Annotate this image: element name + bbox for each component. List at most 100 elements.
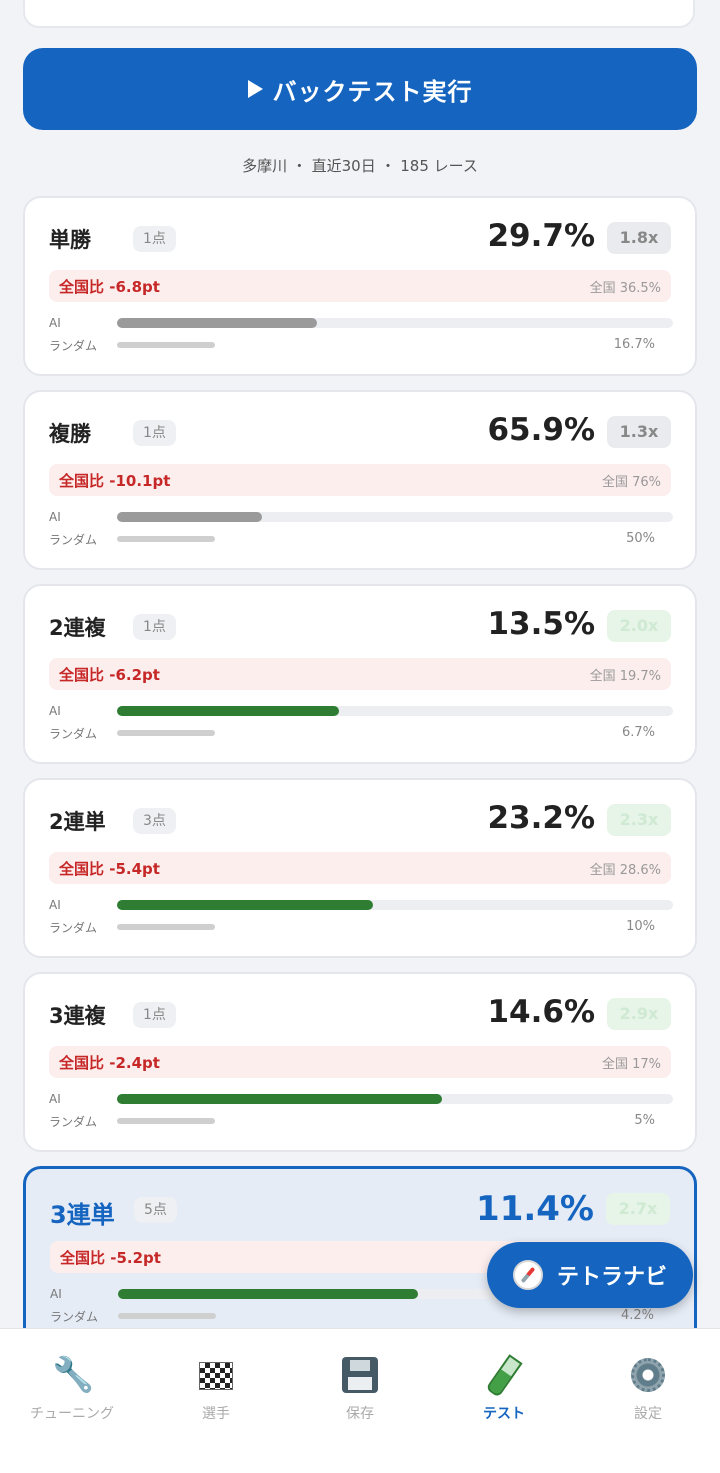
random-bar-track: [117, 342, 603, 348]
national-diff-text: 全国比 -10.1pt: [59, 472, 171, 490]
ai-label: AI: [49, 704, 61, 718]
ai-label: AI: [49, 316, 61, 330]
national-rate-text: 全国 28.6%: [589, 863, 661, 878]
bet-card-3[interactable]: 2連複 1点 13.5% 2.0x 全国比 -6.2pt 全国 19.7% AI ランダム 6.…: [23, 584, 697, 764]
national-rate-text: 全国 17%: [601, 1057, 661, 1072]
ai-bar-track: [117, 706, 673, 716]
random-rate: 10%: [626, 919, 655, 934]
random-bar-fill: [117, 730, 215, 736]
random-bar-track: [117, 924, 603, 930]
random-label: ランダム: [49, 1115, 98, 1129]
tetra-navi-label: テトラナビ: [556, 1265, 667, 1290]
random-bar-track: [117, 536, 603, 542]
hit-rate: 23.2%: [487, 800, 595, 836]
hit-rate: 65.9%: [487, 412, 595, 448]
ai-bar-fill: [117, 512, 262, 522]
hit-rate: 29.7%: [487, 218, 595, 254]
national-diff-text: 全国比 -6.2pt: [59, 666, 160, 684]
points-badge: 3点: [133, 808, 176, 834]
bet-type-name: 2連複: [49, 616, 106, 640]
random-rate: 4.2%: [620, 1308, 654, 1323]
tab-tuning[interactable]: 🔧 チューニング: [0, 1329, 144, 1439]
national-diff-bar: 全国比 -6.8pt 全国 36.5%: [49, 270, 671, 302]
run-backtest-button[interactable]: バックテスト実行: [23, 48, 697, 130]
random-bar-fill: [117, 536, 215, 542]
tab-racers[interactable]: 選手: [144, 1329, 288, 1439]
tetra-navi-button[interactable]: テトラナビ: [487, 1242, 693, 1308]
national-diff-text: 全国比 -6.8pt: [59, 278, 160, 296]
backtest-summary: 多摩川 ・ 直近30日 ・ 185 レース: [242, 157, 478, 175]
national-diff-text: 全国比 -5.2pt: [60, 1249, 161, 1267]
tab-settings[interactable]: 設定: [576, 1329, 720, 1439]
run-backtest-label: バックテスト実行: [272, 77, 473, 106]
ai-label: AI: [49, 898, 61, 912]
ai-bar-fill: [117, 318, 317, 328]
points-badge: 5点: [134, 1197, 177, 1223]
points-badge: 1点: [133, 420, 176, 446]
multiplier-badge: 2.9x: [607, 998, 671, 1030]
random-bar-track: [118, 1313, 604, 1319]
random-label: ランダム: [49, 339, 98, 353]
hit-rate: 11.4%: [476, 1189, 594, 1229]
bet-card-1[interactable]: 単勝 1点 29.7% 1.8x 全国比 -6.8pt 全国 36.5% AI ランダム 16.…: [23, 196, 697, 376]
random-rate: 6.7%: [621, 725, 655, 740]
ai-bar-track: [117, 512, 673, 522]
bet-card-5[interactable]: 3連複 1点 14.6% 2.9x 全国比 -2.4pt 全国 17% AI ランダム 5%: [23, 972, 697, 1152]
compass-icon: [512, 1260, 543, 1290]
floppy-disk-icon: [340, 1355, 380, 1395]
national-diff-text: 全国比 -5.4pt: [59, 860, 160, 878]
multiplier-badge: 2.7x: [606, 1193, 670, 1225]
ai-bar-fill: [117, 900, 373, 910]
random-bar-fill: [118, 1313, 216, 1319]
national-diff-text: 全国比 -2.4pt: [59, 1054, 160, 1072]
national-diff-bar: 全国比 -6.2pt 全国 19.7%: [49, 658, 671, 690]
ai-bar-fill: [118, 1289, 418, 1299]
test-tube-icon: [484, 1354, 524, 1398]
ai-bar-track: [117, 318, 673, 328]
random-bar-fill: [117, 342, 215, 348]
national-diff-bar: 全国比 -2.4pt 全国 17%: [49, 1046, 671, 1078]
gear-icon: [628, 1355, 668, 1395]
points-badge: 1点: [133, 614, 176, 640]
multiplier-badge: 2.0x: [607, 610, 671, 642]
random-rate: 16.7%: [613, 337, 655, 352]
ai-bar-track: [117, 900, 673, 910]
previous-card-edge: [23, 0, 695, 28]
wrench-icon: 🔧: [52, 1355, 95, 1395]
bet-type-name: 3連単: [50, 1201, 115, 1229]
checkered-flag-icon: [196, 1355, 236, 1395]
random-bar-track: [117, 730, 603, 736]
bet-card-2[interactable]: 複勝 1点 65.9% 1.3x 全国比 -10.1pt 全国 76% AI ランダム 50%: [23, 390, 697, 570]
random-rate: 50%: [626, 531, 655, 546]
ai-bar-track: [117, 1094, 673, 1104]
national-diff-bar: 全国比 -5.4pt 全国 28.6%: [49, 852, 671, 884]
tab-label: テスト: [483, 1406, 525, 1422]
points-badge: 1点: [133, 226, 176, 252]
random-bar-fill: [117, 1118, 215, 1124]
random-label: ランダム: [49, 727, 98, 741]
multiplier-badge: 2.3x: [607, 804, 671, 836]
random-rate: 5%: [634, 1113, 655, 1128]
ai-label: AI: [49, 510, 61, 524]
hit-rate: 14.6%: [487, 994, 595, 1030]
tab-label: 設定: [634, 1406, 662, 1422]
random-label: ランダム: [49, 533, 98, 547]
random-bar-fill: [117, 924, 215, 930]
bet-card-4[interactable]: 2連単 3点 23.2% 2.3x 全国比 -5.4pt 全国 28.6% AI ランダム 10…: [23, 778, 697, 958]
multiplier-badge: 1.8x: [607, 222, 671, 254]
random-label: ランダム: [49, 921, 98, 935]
points-badge: 1点: [133, 1002, 176, 1028]
bottom-tab-bar: 🔧 チューニング 選手 保存 テスト 設定: [0, 1328, 720, 1473]
hit-rate: 13.5%: [487, 606, 595, 642]
tab-label: 保存: [346, 1406, 374, 1422]
bet-type-name: 単勝: [49, 228, 91, 252]
ai-bar-fill: [117, 706, 339, 716]
tab-label: チューニング: [30, 1406, 114, 1422]
tab-saved[interactable]: 保存: [288, 1329, 432, 1439]
tab-test[interactable]: テスト: [432, 1329, 576, 1439]
bet-type-name: 2連単: [49, 810, 106, 834]
national-rate-text: 全国 76%: [601, 475, 661, 490]
random-label: ランダム: [50, 1310, 99, 1324]
national-rate-text: 全国 36.5%: [589, 281, 661, 296]
random-bar-track: [117, 1118, 603, 1124]
